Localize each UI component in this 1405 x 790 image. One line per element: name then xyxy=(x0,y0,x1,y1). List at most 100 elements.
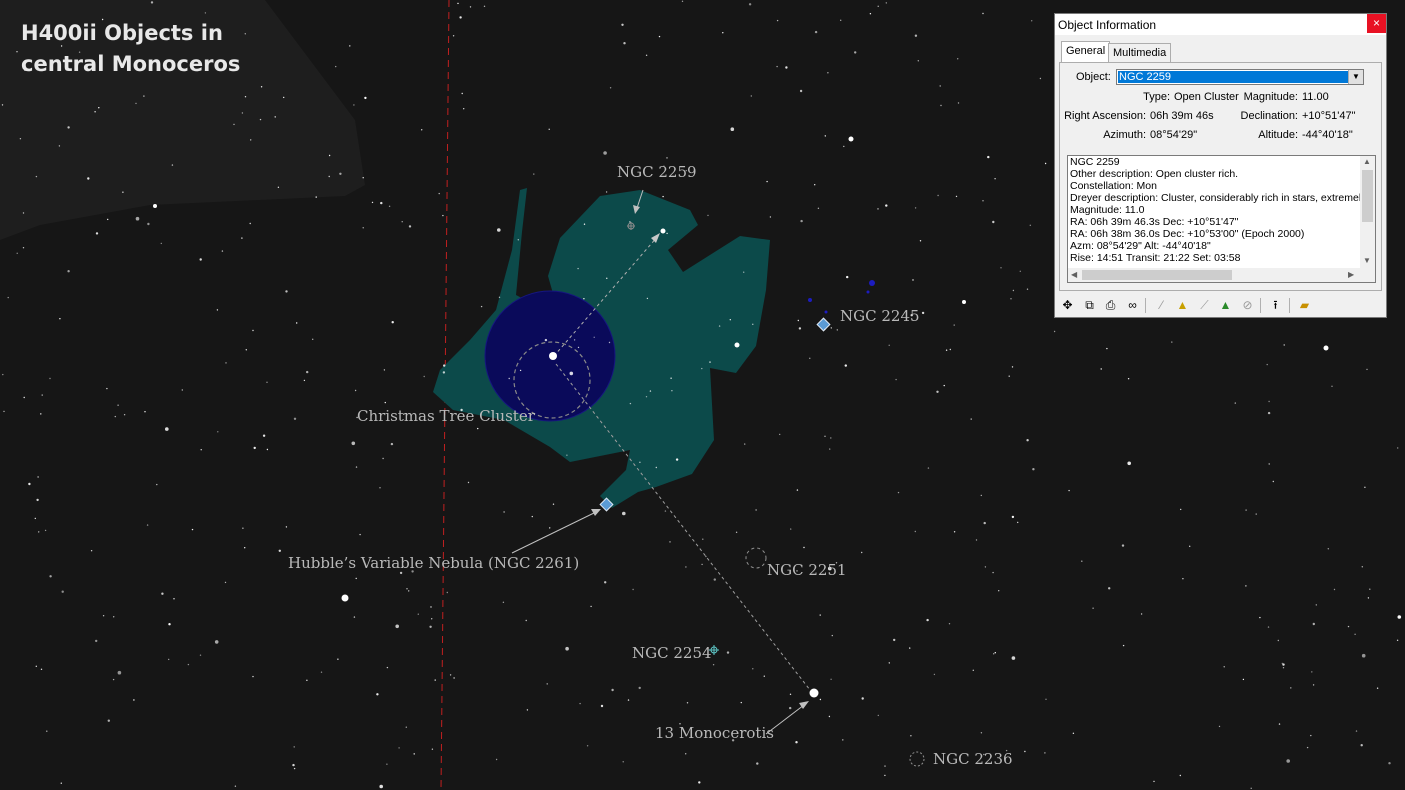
object-select[interactable]: NGC 2259 ▼ xyxy=(1116,69,1364,85)
link-icon[interactable]: ⊘ xyxy=(1239,297,1256,314)
star xyxy=(1312,684,1315,686)
star-bright xyxy=(962,300,966,304)
tab-general[interactable]: General xyxy=(1061,41,1111,63)
star xyxy=(611,688,614,692)
blue-star xyxy=(869,280,875,286)
vertical-scrollbar[interactable]: ▲ ▼ xyxy=(1360,156,1375,268)
star xyxy=(1388,762,1391,765)
label-ngc2259[interactable]: NGC 2259 xyxy=(617,163,697,181)
scroll-right-icon[interactable]: ▶ xyxy=(1348,270,1354,279)
star xyxy=(293,767,296,770)
star xyxy=(632,588,634,591)
telescope-icon[interactable]: ⟋ xyxy=(1196,297,1213,314)
star xyxy=(701,367,703,370)
label-13-monocerotis[interactable]: 13 Monocerotis xyxy=(655,724,774,742)
star xyxy=(41,394,43,396)
star xyxy=(1189,545,1191,547)
horizontal-scroll-thumb[interactable] xyxy=(1082,270,1232,280)
star xyxy=(830,327,832,329)
ngc2251-marker[interactable] xyxy=(745,547,767,569)
object-information-window[interactable]: Object Information × General Multimedia … xyxy=(1054,13,1387,318)
star xyxy=(980,494,982,497)
star xyxy=(292,763,295,767)
star xyxy=(1360,744,1363,747)
star xyxy=(877,208,879,210)
star xyxy=(776,65,778,68)
star xyxy=(252,675,254,678)
star xyxy=(461,92,463,95)
star-15-mon[interactable] xyxy=(549,352,557,360)
object-details-textbox[interactable]: NGC 2259 Other description: Open cluster… xyxy=(1067,155,1376,283)
scroll-left-icon[interactable]: ◀ xyxy=(1071,270,1077,279)
star xyxy=(590,605,592,608)
star xyxy=(355,577,357,580)
star xyxy=(122,191,124,193)
vertical-scroll-thumb[interactable] xyxy=(1362,170,1373,222)
scroll-down-icon[interactable]: ▼ xyxy=(1363,256,1371,265)
star xyxy=(335,65,337,68)
star xyxy=(603,151,607,155)
binoculars-icon[interactable]: ∞ xyxy=(1124,297,1141,314)
close-icon[interactable]: × xyxy=(1367,14,1386,33)
up-arrow-icon[interactable]: ⭱ xyxy=(1267,297,1284,314)
horizon-icon[interactable]: ▲ xyxy=(1174,297,1191,314)
window-titlebar[interactable]: Object Information × xyxy=(1055,14,1386,35)
star xyxy=(519,369,522,372)
star xyxy=(386,763,388,765)
label-ngc2251[interactable]: NGC 2251 xyxy=(767,561,847,579)
star xyxy=(146,524,149,526)
star xyxy=(285,526,288,528)
ngc2245-marker[interactable] xyxy=(816,317,831,332)
star xyxy=(525,619,527,622)
label-ngc2245[interactable]: NGC 2245 xyxy=(840,307,920,325)
star xyxy=(502,601,505,603)
center-icon[interactable]: ✥ xyxy=(1059,297,1076,314)
chevron-down-icon[interactable]: ▼ xyxy=(1348,70,1363,84)
star xyxy=(622,761,624,763)
star xyxy=(171,164,174,166)
star xyxy=(383,369,386,371)
label-ngc2236[interactable]: NGC 2236 xyxy=(933,750,1013,768)
star xyxy=(1259,616,1261,619)
star xyxy=(1012,289,1015,292)
star xyxy=(910,735,912,737)
star xyxy=(789,706,792,710)
star xyxy=(803,546,805,549)
star xyxy=(245,349,247,351)
star xyxy=(877,5,879,8)
label-christmas-tree-cluster[interactable]: Christmas Tree Cluster xyxy=(357,407,535,425)
label-hubble-variable-nebula[interactable]: Hubble’s Variable Nebula (NGC 2261) xyxy=(288,554,579,572)
star xyxy=(274,116,276,118)
copy-icon[interactable]: ⧉ xyxy=(1081,297,1098,314)
star xyxy=(987,155,990,159)
star xyxy=(339,172,342,175)
star xyxy=(221,250,224,252)
print-icon[interactable]: ⎙ xyxy=(1102,297,1119,314)
ra-value: 06h 39m 46s xyxy=(1150,110,1214,122)
scroll-up-icon[interactable]: ▲ xyxy=(1363,157,1371,166)
ngc2236-marker[interactable] xyxy=(909,751,925,767)
star xyxy=(1376,687,1379,689)
open-folder-icon[interactable]: ▰ xyxy=(1296,297,1313,314)
star-bright xyxy=(660,228,666,234)
star xyxy=(1180,508,1182,511)
mount-icon[interactable]: ▲ xyxy=(1217,297,1234,314)
star xyxy=(250,139,252,141)
star xyxy=(22,247,25,249)
tab-multimedia[interactable]: Multimedia xyxy=(1108,43,1172,63)
horizontal-scrollbar[interactable]: ◀ ▶ xyxy=(1068,268,1375,282)
star xyxy=(819,698,822,701)
star xyxy=(98,107,100,109)
star xyxy=(1121,544,1125,547)
star xyxy=(283,96,285,99)
star xyxy=(60,782,62,784)
star xyxy=(452,35,455,37)
star xyxy=(187,663,190,666)
star xyxy=(353,616,356,618)
star xyxy=(666,232,668,235)
star xyxy=(7,296,9,299)
star-13-mon[interactable] xyxy=(809,688,819,698)
eyepiece-icon[interactable]: ⁄ xyxy=(1153,297,1170,314)
label-ngc2254[interactable]: NGC 2254 xyxy=(632,644,712,662)
toolbar-separator xyxy=(1260,298,1261,313)
